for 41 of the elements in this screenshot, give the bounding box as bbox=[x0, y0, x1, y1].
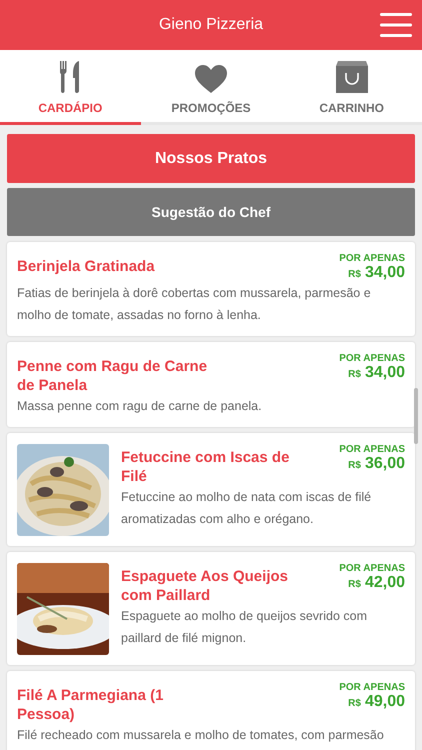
section-button[interactable]: Sugestão do Chef bbox=[7, 188, 415, 236]
dish-price: 34,00 bbox=[364, 264, 405, 282]
nav-tab[interactable]: CARRINHO bbox=[281, 50, 422, 125]
scrollbar[interactable] bbox=[414, 388, 418, 444]
currency-symbol: R$ bbox=[348, 698, 361, 709]
nav-tab[interactable]: CARDÁPIO bbox=[0, 50, 141, 125]
currency-symbol: R$ bbox=[348, 369, 361, 380]
dish-card[interactable]: Filé A Parmegiana (1 Pessoa) POR APENAS R$ 49,00 Filé recheado com mussarela e molho de tomates, com parmesão bbox=[7, 671, 415, 750]
dish-name: Espaguete Aos Queijos com Paillard bbox=[121, 567, 289, 605]
dish-card[interactable]: Espaguete Aos Queijos com Paillard POR APENAS R$ 42,00 Espaguete ao molho de queijos sevrido com paillard de filé mignon. bbox=[7, 552, 415, 665]
currency-symbol: R$ bbox=[348, 269, 361, 280]
dish-card[interactable]: Berinjela Gratinada POR APENAS R$ 34,00 Fatias de berinjela à dorê cobertas com mussarela, parmesão e molho de tomate, assadas no forno à lenha. bbox=[7, 242, 415, 336]
dish-description: Fetuccine ao molho de nata com iscas de filé aromatizadas com alho e orégano. bbox=[121, 489, 372, 528]
dish-price: 49,00 bbox=[364, 693, 405, 711]
dish-name: Filé A Parmegiana (1 Pessoa) bbox=[17, 686, 164, 724]
app-title: Gieno Pizzeria bbox=[158, 16, 264, 34]
dish-price: 36,00 bbox=[364, 455, 405, 473]
dish-description: Fatias de berinjela à dorê cobertas com mussarela, parmesão e molho de tomate, assadas no forno à lenha. bbox=[17, 285, 372, 324]
dish-card[interactable]: Penne com Ragu de Carne de Panela POR APENAS R$ 34,00 Massa penne com ragu de carne de panela. bbox=[7, 342, 415, 427]
fork-knife-icon bbox=[59, 61, 82, 93]
price-caption: POR APENAS bbox=[339, 682, 405, 693]
currency-symbol: R$ bbox=[348, 579, 361, 590]
dish-description: Filé recheado com mussarela e molho de tomates, com parmesão bbox=[17, 727, 385, 744]
section-button[interactable]: Nossos Pratos bbox=[7, 134, 415, 183]
dish-description: Massa penne com ragu de carne de panela. bbox=[17, 398, 263, 415]
shopping-bag-icon bbox=[336, 61, 368, 93]
price-caption: POR APENAS bbox=[339, 353, 405, 364]
price-caption: POR APENAS bbox=[339, 253, 405, 264]
price-caption: POR APENAS bbox=[339, 444, 405, 455]
dish-card[interactable]: Fetuccine com Iscas de Filé POR APENAS R$ 36,00 Fetuccine ao molho de nata com iscas de filé aromatizadas com alho e orégano. bbox=[7, 433, 415, 546]
dish-price: 34,00 bbox=[364, 364, 405, 382]
menu-icon[interactable] bbox=[380, 13, 412, 37]
price-caption: POR APENAS bbox=[339, 563, 405, 574]
heart-icon bbox=[195, 65, 227, 93]
dish-name: Fetuccine com Iscas de Filé bbox=[121, 448, 290, 486]
dish-price: 42,00 bbox=[364, 574, 405, 592]
currency-symbol: R$ bbox=[348, 460, 361, 471]
dish-description: Espaguete ao molho de queijos sevrido com paillard de filé mignon. bbox=[121, 608, 368, 647]
nav-tab[interactable]: PROMOÇÕES bbox=[140, 50, 282, 125]
dish-name: Berinjela Gratinada bbox=[17, 257, 155, 276]
dish-name: Penne com Ragu de Carne de Panela bbox=[17, 357, 208, 395]
